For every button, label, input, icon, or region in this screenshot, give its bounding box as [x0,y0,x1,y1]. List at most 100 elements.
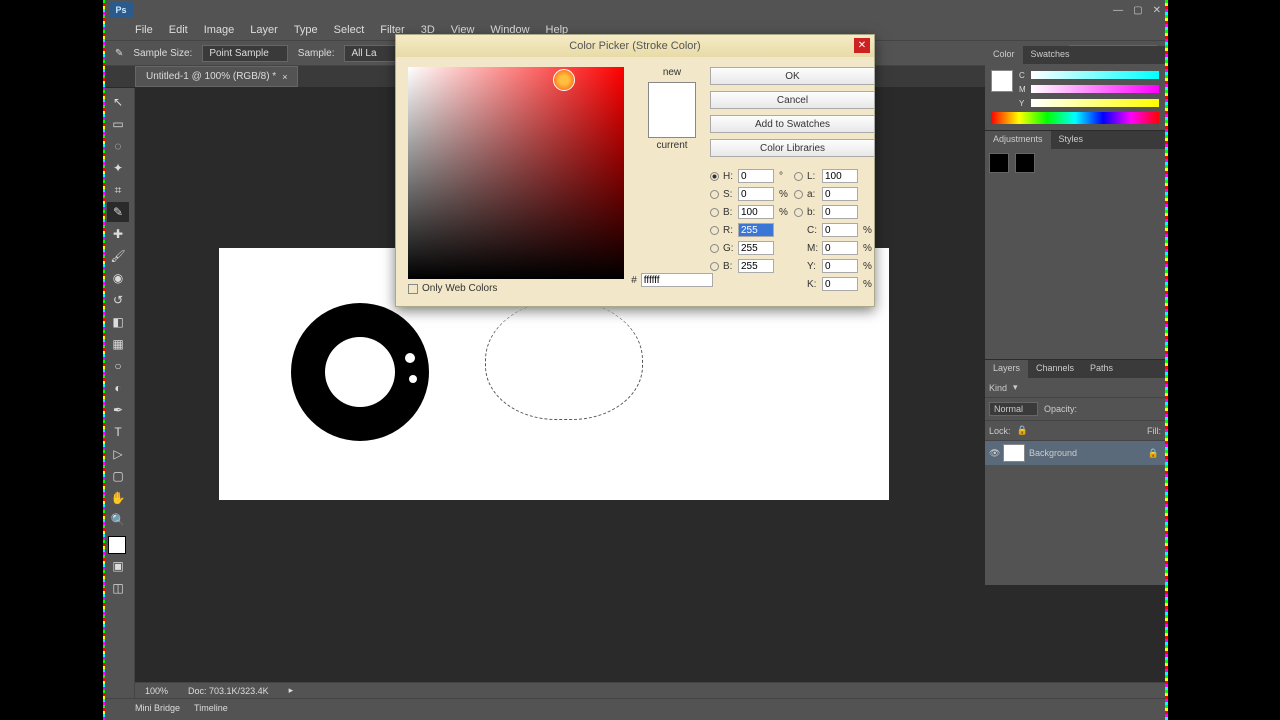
cyan-slider[interactable] [1031,71,1159,79]
s-input[interactable] [738,187,774,201]
kind-label: Kind [989,383,1007,393]
foreground-color-swatch[interactable] [108,536,126,554]
zoom-level[interactable]: 100% [145,686,168,696]
visibility-icon[interactable]: 👁 [989,448,999,459]
move-tool-icon[interactable]: ↖ [107,92,129,112]
document-tab[interactable]: Untitled-1 @ 100% (RGB/8) * × [135,66,298,87]
r-input[interactable] [738,223,774,237]
filter-icon[interactable]: ▾ [1013,382,1018,393]
layer-row[interactable]: 👁 Background 🔒 [985,441,1165,465]
ok-button[interactable]: OK [710,67,875,85]
marquee-selection [485,300,643,420]
screen-mode-icon[interactable]: ▣ [107,556,129,576]
marquee-tool-icon[interactable]: ▭ [107,114,129,134]
adjustments-tab[interactable]: Adjustments [985,131,1051,149]
a-input[interactable] [822,187,858,201]
y-input[interactable] [822,259,858,273]
add-to-swatches-button[interactable]: Add to Swatches [710,115,875,133]
paths-tab[interactable]: Paths [1082,360,1121,378]
opacity-label: Opacity: [1044,404,1077,414]
lab-b-input[interactable] [822,205,858,219]
h-input[interactable] [738,169,774,183]
quick-mask-icon[interactable]: ◫ [107,578,129,598]
lab-b-radio[interactable] [794,208,803,217]
hex-input[interactable] [641,273,713,287]
fg-bg-swatch[interactable] [991,70,1013,92]
zoom-tool-icon[interactable]: 🔍 [107,510,129,530]
r-radio[interactable] [710,226,719,235]
close-button[interactable]: ✕ [1153,5,1161,16]
yellow-slider[interactable] [1031,99,1159,107]
history-brush-icon[interactable]: ↺ [107,290,129,310]
shape-tool-icon[interactable]: ▢ [107,466,129,486]
minimize-button[interactable]: — [1113,5,1123,16]
k-input[interactable] [822,277,858,291]
sample-size-dropdown[interactable]: Point Sample [202,45,287,62]
l-input[interactable] [822,169,858,183]
type-tool-icon[interactable]: T [107,422,129,442]
hand-tool-icon[interactable]: ✋ [107,488,129,508]
l-radio[interactable] [794,172,803,181]
play-icon[interactable]: ▸ [289,685,294,696]
menu-select[interactable]: Select [334,24,365,36]
heal-tool-icon[interactable]: ✚ [107,224,129,244]
h-radio[interactable] [710,172,719,181]
blur-tool-icon[interactable]: ○ [107,356,129,376]
swatches-panel-tab[interactable]: Swatches [1023,46,1078,64]
web-colors-checkbox[interactable] [408,284,418,294]
m-input[interactable] [822,241,858,255]
eyedropper-tool-icon[interactable]: ✎ [107,202,129,222]
hex-hash: # [631,275,637,286]
g-radio[interactable] [710,244,719,253]
saturation-value-field[interactable] [408,67,624,279]
b-radio[interactable] [710,208,719,217]
menu-file[interactable]: File [135,24,153,36]
bp-input[interactable] [738,205,774,219]
sample-size-label: Sample Size: [133,48,192,59]
cancel-button[interactable]: Cancel [710,91,875,109]
adjustment-preset[interactable] [989,153,1009,173]
document-tab-close[interactable]: × [282,72,287,82]
bl-radio[interactable] [710,262,719,271]
brush-tool-icon[interactable]: 🖌 [107,246,129,266]
eraser-tool-icon[interactable]: ◧ [107,312,129,332]
bl-input[interactable] [738,259,774,273]
adjustment-preset[interactable] [1015,153,1035,173]
sample-dropdown[interactable]: All La [344,45,395,62]
c-input[interactable] [822,223,858,237]
channels-tab[interactable]: Channels [1028,360,1082,378]
fill-label: Fill: [1147,426,1161,436]
color-libraries-button[interactable]: Color Libraries [710,139,875,157]
mini-bridge-tab[interactable]: Mini Bridge [135,703,180,713]
g-input[interactable] [738,241,774,255]
gradient-tool-icon[interactable]: ▦ [107,334,129,354]
m-label: M: [807,243,819,254]
pen-tool-icon[interactable]: ✒ [107,400,129,420]
path-tool-icon[interactable]: ▷ [107,444,129,464]
lasso-tool-icon[interactable]: ◌ [107,136,129,156]
menu-type[interactable]: Type [294,24,318,36]
crop-tool-icon[interactable]: ⌗ [107,180,129,200]
color-panel-tab[interactable]: Color [985,46,1023,64]
styles-tab[interactable]: Styles [1051,131,1092,149]
s-radio[interactable] [710,190,719,199]
c-label: C: [807,225,819,236]
layers-tab[interactable]: Layers [985,360,1028,378]
stamp-tool-icon[interactable]: ◉ [107,268,129,288]
dialog-titlebar[interactable]: Color Picker (Stroke Color) ✕ [396,35,874,57]
color-ramp[interactable] [991,112,1159,124]
a-radio[interactable] [794,190,803,199]
menu-edit[interactable]: Edit [169,24,188,36]
lock-icon[interactable]: 🔒 [1017,425,1028,436]
color-picker-dialog: Color Picker (Stroke Color) ✕ Only Web C… [395,34,875,307]
menu-image[interactable]: Image [204,24,235,36]
layer-thumbnail[interactable] [1003,444,1025,462]
wand-tool-icon[interactable]: ✦ [107,158,129,178]
timeline-tab[interactable]: Timeline [194,703,228,713]
dodge-tool-icon[interactable]: ◐ [107,378,129,398]
blend-mode-dropdown[interactable]: Normal [989,402,1038,416]
dialog-close-button[interactable]: ✕ [854,38,870,53]
magenta-slider[interactable] [1031,85,1159,93]
maximize-button[interactable]: ▢ [1133,5,1142,16]
menu-layer[interactable]: Layer [250,24,278,36]
